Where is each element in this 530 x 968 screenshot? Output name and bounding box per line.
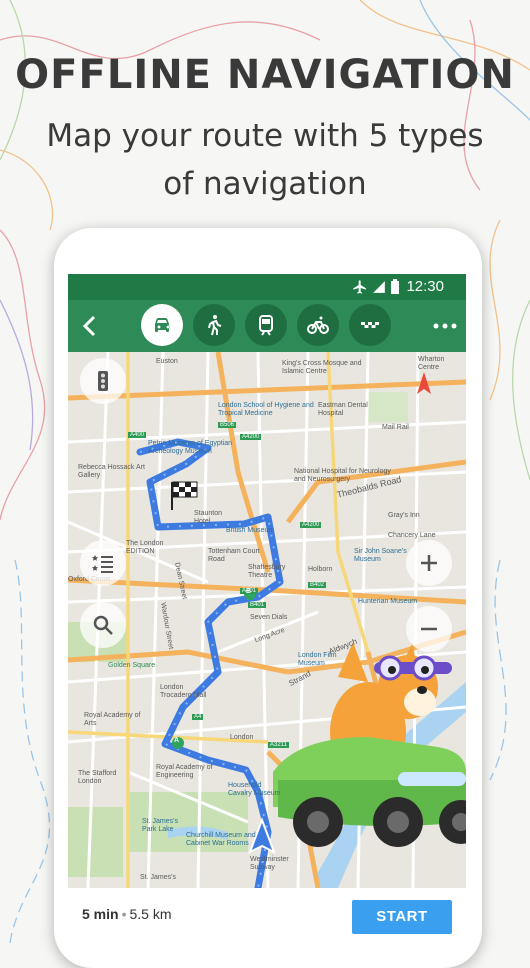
route-distance: 5.5 km bbox=[129, 906, 172, 922]
map-label: Sir John Soane's Museum bbox=[354, 548, 407, 563]
subheadline: Map your route with 5 types of navigatio… bbox=[46, 118, 484, 202]
map-label: London Film Museum bbox=[298, 652, 337, 667]
map-label: Eastman Dental Hospital bbox=[318, 402, 368, 417]
minus-icon bbox=[421, 627, 437, 631]
more-options-button[interactable] bbox=[430, 310, 460, 342]
search-button[interactable] bbox=[80, 602, 126, 648]
map-label: Royal Academy of Arts bbox=[84, 712, 141, 727]
separator-dot: • bbox=[121, 906, 127, 922]
traffic-button[interactable] bbox=[80, 358, 126, 404]
road-number: A400 bbox=[128, 432, 147, 438]
airplane-icon bbox=[353, 280, 366, 294]
walk-mode-button[interactable] bbox=[193, 304, 235, 346]
map-label: Gray's Inn bbox=[388, 512, 420, 519]
map-label: Tottenham Court Road bbox=[208, 548, 260, 563]
route-options-button[interactable] bbox=[80, 540, 126, 586]
zoom-in-button[interactable] bbox=[406, 540, 452, 586]
map-label: Household Cavalry Museum bbox=[228, 782, 281, 797]
map-label: Seven Dials bbox=[250, 614, 288, 621]
start-button[interactable]: START bbox=[352, 900, 452, 934]
back-arrow-icon bbox=[82, 315, 96, 337]
waypoint-b-label: B bbox=[246, 588, 252, 595]
map-label: The London EDITION bbox=[126, 540, 164, 555]
car-icon bbox=[155, 318, 170, 332]
public-transport-mode-button[interactable] bbox=[245, 304, 287, 346]
road-number: B401 bbox=[248, 602, 267, 608]
map-label: Staunton Hotel bbox=[194, 510, 223, 525]
zoom-out-button[interactable] bbox=[406, 606, 452, 652]
finish-flag-icon bbox=[171, 481, 198, 510]
map-label: British Museum bbox=[226, 527, 275, 534]
taxi-mode-button[interactable] bbox=[349, 304, 391, 346]
map-label: Golden Square bbox=[108, 662, 156, 669]
status-bar: 12:30 bbox=[68, 274, 466, 300]
map-label: King's Cross Mosque and Islamic Centre bbox=[282, 360, 362, 375]
road-number: A4200 bbox=[240, 434, 262, 440]
map-label: The Stafford London bbox=[78, 770, 117, 785]
search-icon bbox=[93, 615, 113, 635]
map-label: Westminster Subway bbox=[250, 856, 289, 871]
map-label: Euston bbox=[156, 358, 178, 365]
status-time: 12:30 bbox=[406, 278, 444, 295]
list-icon bbox=[92, 555, 113, 573]
map-label: Holborn bbox=[308, 566, 333, 573]
road-number: A4 bbox=[192, 714, 204, 720]
map-label: London bbox=[230, 734, 254, 741]
phone-screen: 12:30 Euston King's Cross Mosque and Isl… bbox=[68, 274, 466, 943]
map-view[interactable]: Euston King's Cross Mosque and Islamic C… bbox=[68, 352, 466, 888]
bicycle-icon bbox=[307, 316, 329, 334]
road-number: B402 bbox=[308, 582, 327, 588]
car-mode-button[interactable] bbox=[141, 304, 183, 346]
plus-icon bbox=[421, 555, 437, 571]
map-label: Churchill Museum and Cabinet War Rooms bbox=[186, 832, 256, 847]
taxi-icon bbox=[361, 322, 379, 328]
bicycle-mode-button[interactable] bbox=[297, 304, 339, 346]
map-label: Petrie Museum of Egyptian Archeology Mus… bbox=[148, 440, 233, 455]
map-label: London School of Hygiene and Tropical Me… bbox=[218, 402, 314, 417]
walk-icon bbox=[208, 315, 222, 336]
back-button[interactable] bbox=[72, 308, 108, 344]
map-label: Shaftesbury Theatre bbox=[248, 564, 286, 579]
road-number: A3211 bbox=[268, 742, 289, 748]
map-label: St. James's bbox=[140, 874, 176, 881]
map-label: London Trocadero Mall bbox=[160, 684, 207, 699]
navigation-toolbar bbox=[68, 300, 466, 352]
map-label: Royal Academy of Engineering bbox=[156, 764, 213, 779]
map-label: St. James's Park Lake bbox=[142, 818, 178, 833]
road-number: A4200 bbox=[300, 522, 322, 528]
map-label: Rebecca Hossack Art Gallery bbox=[78, 464, 145, 479]
road-number: B506 bbox=[218, 422, 237, 428]
signal-icon bbox=[373, 281, 385, 293]
more-dots-icon bbox=[433, 323, 457, 329]
traffic-light-icon bbox=[98, 371, 108, 391]
map-label: Hunterian Museum bbox=[358, 598, 418, 605]
headline: OFFLINE NAVIGATION bbox=[15, 52, 515, 98]
map-label: Wharton Centre bbox=[418, 356, 445, 371]
route-duration: 5 min bbox=[82, 906, 119, 922]
map-label: Chancery Lane bbox=[388, 532, 436, 539]
map-label: Mail Rail bbox=[382, 424, 409, 431]
waypoint-a-label: A bbox=[174, 737, 180, 744]
route-summary: 5 min • 5.5 km bbox=[82, 906, 172, 922]
route-summary-bar: 5 min • 5.5 km START bbox=[68, 888, 466, 943]
train-icon bbox=[259, 315, 273, 336]
battery-icon bbox=[391, 279, 399, 294]
